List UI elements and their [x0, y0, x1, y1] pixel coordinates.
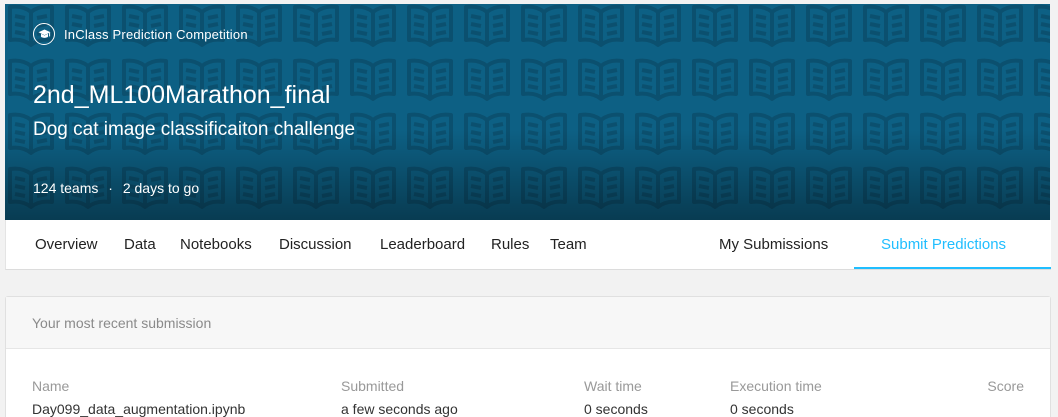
- team-count: 124 teams: [33, 180, 99, 196]
- column-wait-time: Wait time 0 seconds: [584, 378, 648, 417]
- tab-my-submissions[interactable]: My Submissions: [719, 236, 828, 253]
- card-title: Your most recent submission: [32, 315, 212, 331]
- column-score: Score: [987, 378, 1024, 394]
- tab-notebooks[interactable]: Notebooks: [180, 236, 252, 253]
- graduation-cap-icon: [33, 23, 55, 45]
- column-name: Name Day099_data_augmentation.ipynb: [32, 378, 245, 417]
- deadline: 2 days to go: [122, 180, 200, 196]
- banner-gradient-overlay: [5, 130, 1050, 220]
- column-header-wait-time: Wait time: [584, 378, 642, 394]
- submission-wait-time: 0 seconds: [584, 401, 648, 417]
- competition-subtitle: Dog cat image classificaiton challenge: [33, 119, 356, 140]
- column-header-score: Score: [987, 378, 1024, 394]
- active-tab-indicator: [854, 267, 1051, 269]
- tab-overview[interactable]: Overview: [35, 236, 98, 253]
- tab-leaderboard[interactable]: Leaderboard: [380, 236, 465, 253]
- competition-type-label: InClass Prediction Competition: [64, 26, 248, 42]
- column-submitted: Submitted a few seconds ago: [341, 378, 458, 417]
- card-header: Your most recent submission: [6, 297, 1050, 349]
- competition-type: InClass Prediction Competition: [33, 23, 248, 45]
- competition-meta: 124 teams · 2 days to go: [33, 180, 199, 196]
- competition-banner: InClass Prediction Competition 2nd_ML100…: [5, 4, 1050, 220]
- competition-tabs: Overview Data Notebooks Discussion Leade…: [5, 220, 1051, 270]
- submission-execution-time: 0 seconds: [730, 401, 794, 417]
- column-header-execution-time: Execution time: [730, 378, 822, 394]
- submission-time: a few seconds ago: [341, 401, 458, 417]
- tab-team[interactable]: Team: [550, 236, 587, 253]
- submission-name[interactable]: Day099_data_augmentation.ipynb: [32, 401, 245, 417]
- recent-submission-card: Your most recent submission Name Day099_…: [5, 296, 1051, 417]
- tab-rules[interactable]: Rules: [491, 236, 529, 253]
- competition-title: 2nd_ML100Marathon_final: [33, 81, 331, 109]
- meta-separator: ·: [108, 180, 113, 196]
- tab-submit-predictions[interactable]: Submit Predictions: [881, 236, 1006, 253]
- tab-data[interactable]: Data: [124, 236, 156, 253]
- tab-discussion[interactable]: Discussion: [279, 236, 352, 253]
- column-execution-time: Execution time 0 seconds: [730, 378, 822, 417]
- competition-page: InClass Prediction Competition 2nd_ML100…: [0, 0, 1058, 417]
- column-header-submitted: Submitted: [341, 378, 405, 394]
- column-header-name: Name: [32, 378, 70, 394]
